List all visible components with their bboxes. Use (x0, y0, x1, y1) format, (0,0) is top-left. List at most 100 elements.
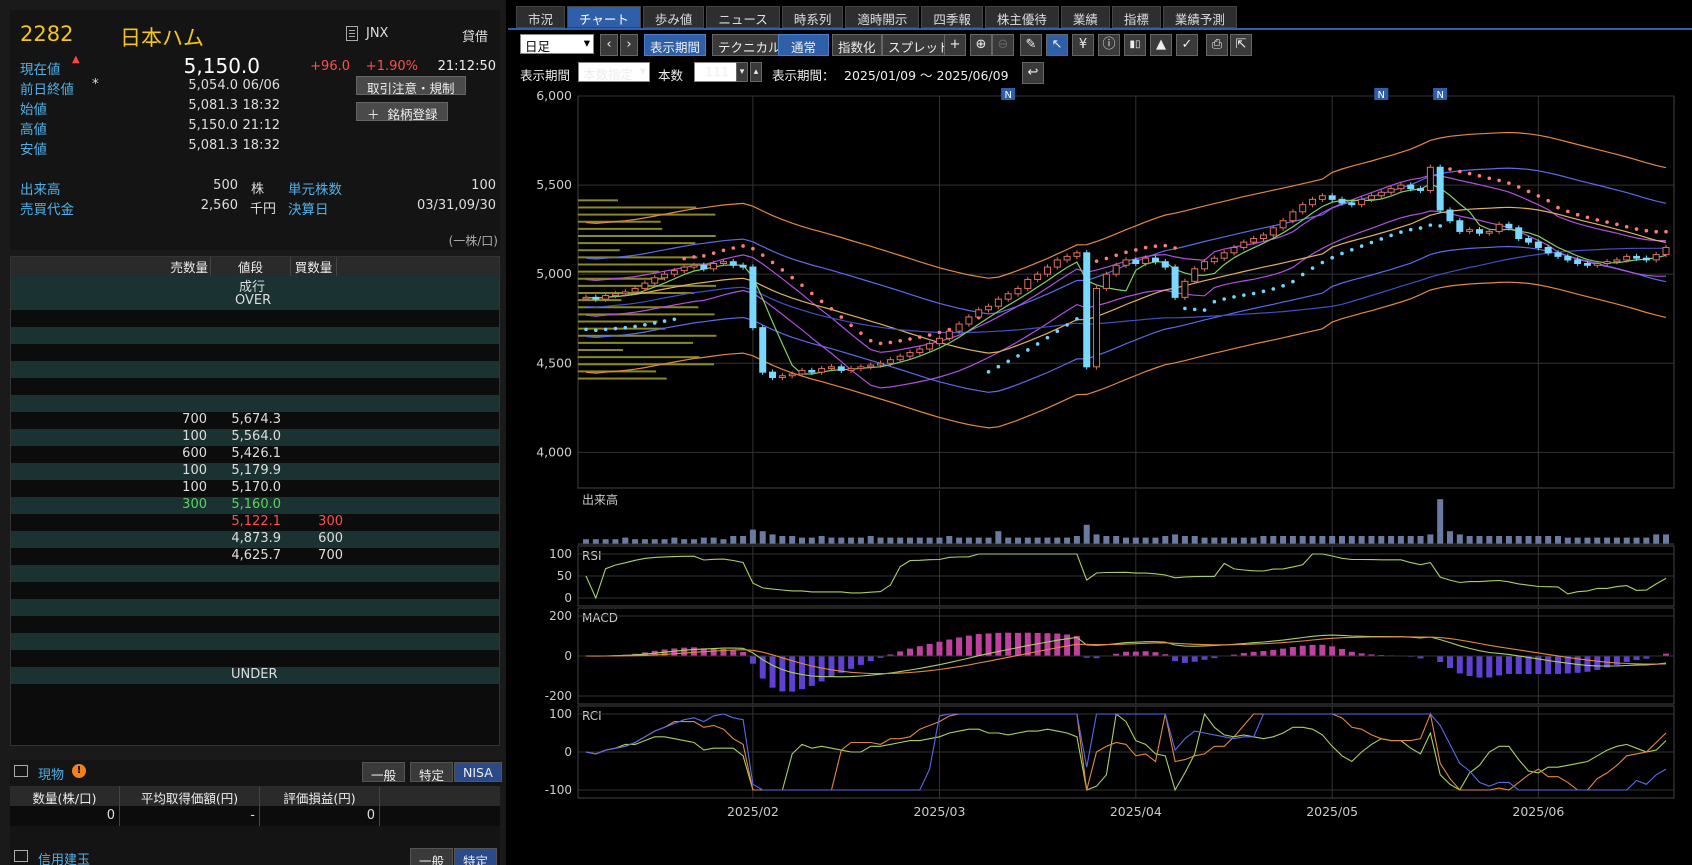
cursor-icon[interactable]: ↖ (1046, 34, 1068, 56)
turnover-label: 売買代金 (20, 202, 74, 218)
candle-body (1367, 195, 1375, 200)
tab-ticks[interactable]: 歩み値 (642, 6, 705, 28)
board-row[interactable]: 100 5,564.0 (11, 429, 499, 446)
macd-histogram-bar (1329, 646, 1336, 656)
board-row[interactable] (11, 327, 499, 344)
volume-bar (779, 536, 786, 544)
seg-nisa[interactable]: NISA (454, 762, 502, 782)
tab-disclosure[interactable]: 適時開示 (845, 6, 920, 28)
macd-histogram-bar (916, 646, 923, 656)
tab-shikiho[interactable]: 四季報 (921, 6, 983, 28)
tab-timeseries[interactable]: 時系列 (781, 6, 844, 28)
warning-icon[interactable]: ! (72, 764, 86, 778)
board-row[interactable] (11, 599, 499, 616)
macd-histogram-bar (828, 656, 835, 677)
next-arrow-icon[interactable]: › (620, 34, 638, 56)
seg-general-2[interactable]: 一般 (410, 848, 454, 865)
display-period-button[interactable]: 表示期間 (644, 34, 707, 56)
board-row[interactable] (11, 565, 499, 582)
seg-specific-2[interactable]: 特定 (454, 848, 498, 865)
tab-forecast[interactable]: 業績予測 (1162, 6, 1237, 28)
sar-dot (839, 315, 844, 319)
tab-benefits[interactable]: 株主優待 (984, 6, 1059, 28)
tab-chart[interactable]: チャート (567, 6, 641, 28)
sar-dot (927, 333, 932, 337)
candle-body (651, 277, 659, 284)
board-row[interactable] (11, 633, 499, 650)
board-row[interactable] (11, 378, 499, 395)
volume-profile-bar (578, 299, 622, 302)
sar-dot (1536, 194, 1541, 198)
sar-dot (986, 369, 991, 374)
board-row[interactable]: 700 5,674.3 (11, 412, 499, 429)
normal-button[interactable]: 通常 (778, 34, 830, 56)
collapse-icon[interactable] (14, 765, 28, 777)
collapse-icon[interactable] (14, 850, 28, 862)
board-row-market[interactable]: 成行 (11, 276, 499, 295)
board-row[interactable] (11, 395, 499, 412)
macd-histogram-bar (1152, 652, 1159, 656)
board-row[interactable]: 100 5,170.0 (11, 480, 499, 497)
register-stock-button[interactable]: ＋ 銘柄登録 (356, 102, 449, 122)
candle-body (798, 369, 806, 375)
period-select[interactable]: 日足 ▾ (520, 34, 594, 54)
wrench-icon[interactable]: ✓ (1176, 34, 1198, 56)
count-mode-select[interactable]: 本数指定 ▾ (578, 62, 650, 82)
board-row[interactable] (11, 650, 499, 667)
tab-performance[interactable]: 業績 (1060, 6, 1110, 28)
document-icon[interactable] (346, 26, 358, 41)
seg-specific[interactable]: 特定 (410, 762, 454, 783)
sar-dot (1497, 178, 1501, 183)
zoom-out-icon[interactable]: ⊖ (992, 34, 1014, 56)
index-button[interactable]: 指数化 (832, 34, 882, 56)
board-row[interactable]: 100 5,179.9 (11, 463, 499, 480)
volume-label: 出来高 (20, 182, 61, 198)
tab-news[interactable]: ニュース (706, 6, 780, 28)
area-icon[interactable]: ▲ (1150, 34, 1172, 56)
candle-body (1633, 255, 1641, 259)
board-row[interactable]: 4,873.9 600 (11, 531, 499, 548)
stock-name: 日本ハム (120, 26, 204, 50)
macd-histogram-bar (1044, 633, 1051, 656)
price: 5,564.0 (231, 429, 281, 444)
candle-body (1073, 252, 1081, 257)
stepper-up-icon[interactable]: ▴ (750, 62, 762, 82)
board-row[interactable] (11, 582, 499, 599)
yen-icon[interactable]: ¥ (1072, 34, 1094, 56)
pen-icon[interactable]: ✎ (1020, 34, 1042, 56)
chart-area[interactable]: 6,000 5,500 5,000 4,500 4,000 2025/02 2025/03 2… (508, 88, 1692, 865)
tab-indicators[interactable]: 指標 (1111, 6, 1161, 28)
stepper-down-icon[interactable]: ▾ (736, 62, 748, 82)
price-tick-label: 5,000 (536, 266, 572, 281)
zoom-in-icon[interactable]: ⊕ (970, 34, 992, 56)
board-row[interactable]: 4,625.7 700 (11, 548, 499, 565)
reset-icon[interactable]: ↩ (1022, 62, 1044, 84)
volume-bar (1427, 534, 1434, 544)
seg-general[interactable]: 一般 (362, 762, 406, 783)
board-row-best-bid[interactable]: 5,122.1 300 (11, 514, 499, 531)
popout-icon[interactable]: ⇱ (1230, 34, 1252, 56)
info-icon[interactable]: ⓘ (1098, 34, 1120, 56)
prev-arrow-icon[interactable]: ‹ (600, 34, 618, 56)
board-row[interactable] (11, 616, 499, 633)
candle-body (965, 316, 973, 325)
technical-button[interactable]: テクニカル (712, 34, 787, 56)
macd-histogram-bar (1142, 651, 1149, 656)
board-row[interactable] (11, 361, 499, 378)
holdings-row[interactable]: 0 - 0 (10, 806, 500, 826)
board-row[interactable] (11, 344, 499, 361)
board-row[interactable]: 600 5,426.1 (11, 446, 499, 463)
volume-bar (1584, 537, 1591, 544)
sar-dot (1556, 205, 1560, 210)
tab-market[interactable]: 市況 (516, 6, 566, 28)
candle-body (1407, 184, 1415, 190)
candle-body (827, 366, 835, 370)
crosshair-icon[interactable]: + (944, 34, 966, 56)
print-icon[interactable]: ⎙ (1206, 34, 1228, 56)
sar-dot (1418, 226, 1423, 230)
board-row-best-ask[interactable]: 300 5,160.0 (11, 497, 499, 514)
trade-notice-button[interactable]: 取引注意・規制 (356, 76, 466, 96)
candles-icon[interactable]: ▮▯ (1124, 34, 1146, 56)
board-row[interactable] (11, 310, 499, 327)
sar-dot (1143, 245, 1148, 250)
